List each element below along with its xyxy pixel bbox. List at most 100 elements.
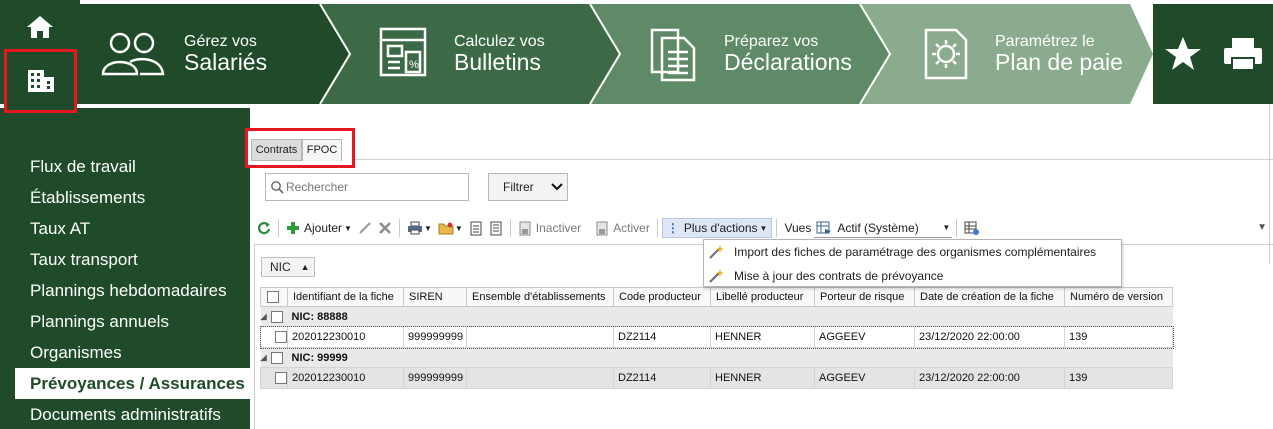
step-declarations-small: Préparez vos xyxy=(724,32,819,50)
people-icon xyxy=(101,32,165,76)
workflow-steps: Gérez vos Salariés % Calculez vos Bullet… xyxy=(80,4,1153,104)
document-button-1[interactable] xyxy=(466,217,486,239)
activate-icon xyxy=(596,221,608,235)
close-icon xyxy=(379,222,391,234)
activate-button[interactable]: Activer xyxy=(592,217,653,239)
add-button[interactable]: Ajouter ▼ xyxy=(283,217,355,239)
toolbar-separator xyxy=(656,219,658,237)
company-button[interactable] xyxy=(4,49,77,113)
star-icon[interactable] xyxy=(1163,35,1203,73)
grid-settings-button[interactable] xyxy=(961,217,983,239)
vues-label: Vues xyxy=(784,221,812,235)
toolbar-separator xyxy=(509,219,511,237)
document-button-2[interactable] xyxy=(486,217,506,239)
step-salaries-small: Gérez vos xyxy=(184,32,257,50)
menu-item-import-fiches[interactable]: Import des fiches de paramétrage des org… xyxy=(704,240,1121,264)
toolbar-overflow-chevron[interactable]: ▼ xyxy=(1257,222,1267,233)
sidebar-item-flux[interactable]: Flux de travail xyxy=(30,157,136,177)
kebab-icon: ⋮ xyxy=(666,221,679,235)
print-dropdown-arrow: ▼ xyxy=(423,223,432,233)
step-plan-de-paie-small: Paramétrez le xyxy=(995,32,1095,50)
column-header[interactable]: Ensemble d'établissements xyxy=(466,287,614,307)
cell-identifiant: 202012230010 xyxy=(287,367,404,389)
select-all-checkbox[interactable] xyxy=(267,291,279,304)
views-selected-value: Actif (Système) xyxy=(837,220,919,235)
deactivate-button[interactable]: Inactiver xyxy=(515,217,584,239)
row-checkbox[interactable] xyxy=(275,372,287,385)
toolbar-separator xyxy=(278,219,279,237)
document-list-icon xyxy=(490,221,502,235)
step-bulletins[interactable]: % Calculez vos Bulletins xyxy=(378,4,598,104)
cell-date-creation: 23/12/2020 22:00:00 xyxy=(914,326,1065,348)
refresh-button[interactable] xyxy=(254,217,274,239)
group-checkbox[interactable] xyxy=(270,310,283,323)
document-small-icon xyxy=(470,221,482,235)
search-input[interactable] xyxy=(286,180,466,194)
group-toggle[interactable]: ◢ xyxy=(260,347,288,368)
sidebar-item-taux-transport[interactable]: Taux transport xyxy=(30,250,138,270)
cell-date-creation: 23/12/2020 22:00:00 xyxy=(914,367,1065,389)
menu-item-maj-contrats[interactable]: Mise à jour des contrats de prévoyance xyxy=(704,264,1121,288)
group-row[interactable]: ◢ NIC: 99999 xyxy=(260,347,1173,368)
tabs-highlight: Contrats FPOC xyxy=(245,128,355,168)
cell-libelle-producteur: HENNER xyxy=(710,367,815,389)
cell-ensemble xyxy=(466,326,614,348)
home-button[interactable] xyxy=(14,8,66,46)
sidebar-item-documents[interactable]: Documents administratifs xyxy=(30,405,221,425)
table-row[interactable]: 202012230010 999999999 DZ2114 HENNER AGG… xyxy=(260,367,1173,389)
export-button[interactable]: ▼ xyxy=(435,217,466,239)
group-checkbox[interactable] xyxy=(270,351,283,364)
table-row[interactable]: 202012230010 999999999 DZ2114 HENNER AGG… xyxy=(259,325,1174,349)
tab-fpoc[interactable]: FPOC xyxy=(302,139,342,161)
search-box[interactable] xyxy=(265,173,469,201)
row-checkbox[interactable] xyxy=(275,331,287,344)
printer-icon[interactable] xyxy=(1222,36,1264,72)
grid-table: Identifiant de la fiche SIREN Ensemble d… xyxy=(259,287,1174,389)
filter-button[interactable]: Filtrer xyxy=(488,173,568,201)
column-header[interactable]: Porteur de risque xyxy=(814,287,915,307)
gear-doc-icon xyxy=(924,28,968,80)
views-select[interactable]: Actif (Système) ▼ xyxy=(814,218,953,238)
sidebar-item-taux-at[interactable]: Taux AT xyxy=(30,219,90,239)
group-by-chip[interactable]: NIC ▲ xyxy=(261,257,315,277)
column-header[interactable]: Libellé producteur xyxy=(710,287,815,307)
group-row[interactable]: ◢ NIC: 88888 xyxy=(260,306,1173,327)
sidebar-item-plannings-hebdo[interactable]: Plannings hebdomadaires xyxy=(30,281,227,301)
sidebar-item-plannings-annuels[interactable]: Plannings annuels xyxy=(30,312,169,332)
magic-wand-icon xyxy=(709,245,724,259)
column-header[interactable]: SIREN xyxy=(403,287,467,307)
group-toggle[interactable]: ◢ xyxy=(260,306,288,327)
cell-siren: 999999999 xyxy=(403,326,467,348)
edit-button[interactable] xyxy=(355,217,375,239)
step-plan-de-paie[interactable]: Paramétrez le Plan de paie xyxy=(922,4,1142,104)
deactivate-label: Inactiver xyxy=(535,221,582,235)
menu-item-label: Import des fiches de paramétrage des org… xyxy=(734,245,1097,259)
more-actions-button[interactable]: ⋮ Plus d'actions ▼ xyxy=(661,218,773,238)
cell-code-producteur: DZ2114 xyxy=(613,367,711,389)
column-header[interactable]: Numéro de version xyxy=(1064,287,1173,307)
grid-header-row: Identifiant de la fiche SIREN Ensemble d… xyxy=(260,287,1173,307)
sidebar-item-etablissements[interactable]: Établissements xyxy=(30,188,145,208)
row-select-cell[interactable] xyxy=(260,326,288,348)
select-all-cell[interactable] xyxy=(260,287,288,307)
column-header[interactable]: Identifiant de la fiche xyxy=(287,287,404,307)
view-grid-icon xyxy=(816,221,832,234)
step-bulletins-big: Bulletins xyxy=(454,49,541,76)
add-dropdown-arrow: ▼ xyxy=(344,223,352,233)
column-header[interactable]: Code producteur xyxy=(613,287,711,307)
toolbar-separator xyxy=(956,219,958,237)
sidebar: Flux de travail Établissements Taux AT T… xyxy=(0,108,250,429)
tab-contrats[interactable]: Contrats xyxy=(251,139,302,161)
column-header[interactable]: Date de création de la fiche xyxy=(914,287,1065,307)
document-icon xyxy=(650,28,696,82)
sidebar-item-prevoyances[interactable]: Prévoyances / Assurances xyxy=(15,368,250,399)
sidebar-item-organismes[interactable]: Organismes xyxy=(30,343,122,363)
print-button[interactable]: ▼ xyxy=(404,217,435,239)
step-declarations[interactable]: Préparez vos Déclarations xyxy=(648,4,868,104)
step-declarations-big: Déclarations xyxy=(724,49,852,76)
step-salaries[interactable]: Gérez vos Salariés xyxy=(100,4,320,104)
group-by-label: NIC xyxy=(270,260,291,274)
delete-button[interactable] xyxy=(375,217,395,239)
group-label: NIC: 99999 xyxy=(287,347,1173,368)
row-select-cell[interactable] xyxy=(260,367,288,389)
